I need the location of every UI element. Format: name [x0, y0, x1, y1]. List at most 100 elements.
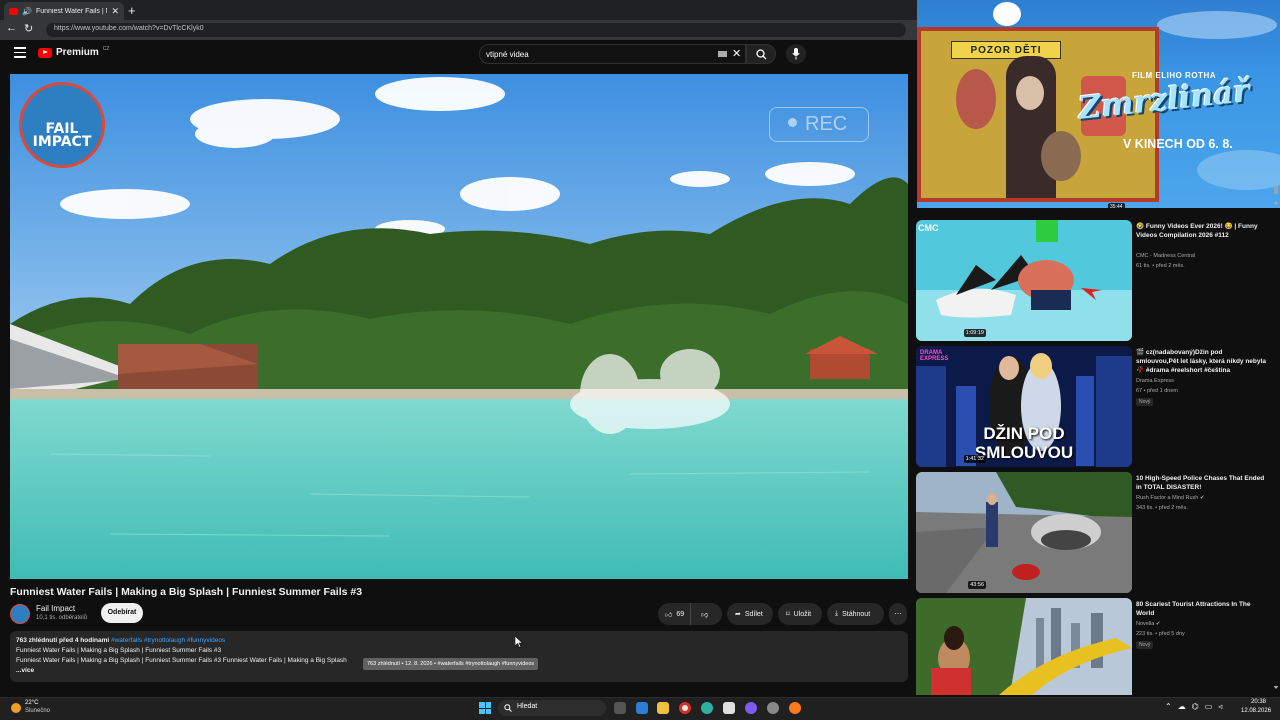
volume-icon[interactable]: ◃: [1218, 702, 1222, 711]
subscribe-button[interactable]: Odebírat: [101, 603, 143, 623]
bookmark-icon: ⌑: [786, 611, 790, 618]
file-explorer-icon[interactable]: [657, 702, 669, 714]
description-box[interactable]: 763 zhlédnutí před 4 hodinami #waterfail…: [10, 631, 908, 682]
keyboard-icon[interactable]: [718, 51, 727, 57]
browser-tab[interactable]: 🔊 Funniest Water Fails | Making ✕: [4, 2, 124, 20]
description-line: Funniest Water Fails | Making a Big Spla…: [16, 647, 222, 654]
channel-name[interactable]: Fail Impact: [36, 604, 75, 613]
thumbnail-image: [916, 472, 1132, 593]
search-button[interactable]: [746, 44, 776, 64]
weather-temperature[interactable]: 22°C: [25, 700, 38, 706]
voice-search-button[interactable]: [786, 44, 806, 64]
new-tab-button[interactable]: +: [128, 3, 136, 18]
chevron-up-icon[interactable]: ⌃: [1165, 702, 1172, 711]
rec-text: REC: [805, 113, 848, 135]
recommended-video-channel[interactable]: CMC - Madness Central: [1136, 253, 1195, 259]
clock-time[interactable]: 20:38: [1251, 699, 1266, 705]
recommended-video-channel[interactable]: Novella ✔: [1136, 621, 1160, 627]
thumbs-up-icon: 👍︎: [665, 611, 673, 619]
save-button[interactable]: ⌑ Uložit: [778, 603, 822, 625]
youtube-header: [0, 40, 917, 70]
search-icon: [504, 704, 512, 712]
battery-icon[interactable]: ▭: [1205, 702, 1213, 711]
ad-figure: [956, 69, 996, 129]
tab-title: Funniest Water Fails | Making: [35, 7, 107, 15]
recommended-video-channel[interactable]: Rush Factor a Mind Rush ✔: [1136, 495, 1205, 501]
system-tray[interactable]: ⌃ ☁ ⌬ ▭ ◃: [1165, 702, 1222, 711]
recommended-video-meta: 67 • před 1 dnem: [1136, 388, 1178, 394]
speaker-icon[interactable]: 🔊: [22, 7, 32, 16]
edge-browser-icon[interactable]: [636, 702, 648, 714]
taskbar-search-label: Hledat: [517, 703, 538, 710]
search-input[interactable]: vtipné videa: [479, 44, 746, 64]
like-dislike-group: 👍︎ 69 👎︎: [658, 603, 722, 625]
recommended-video[interactable]: 80 Scariest Tourist Attractions In The W…: [916, 598, 1276, 695]
recommended-video-meta: 343 tis. • před 2 měs.: [1136, 505, 1188, 511]
browser-tab-strip: [0, 0, 917, 20]
chrome-icon[interactable]: [679, 702, 691, 714]
ad-sign-text: POZOR DĚTI: [951, 41, 1061, 59]
like-button[interactable]: 👍︎ 69: [658, 603, 692, 625]
save-label: Uložit: [793, 610, 812, 618]
recommended-video-title[interactable]: 🤣 Funny Videos Ever 2026! 😂 | Funny Vide…: [1136, 222, 1266, 240]
video-thumbnail[interactable]: 43:56: [916, 472, 1132, 593]
recommended-video-meta: 223 tis. • před 5 dny: [1136, 631, 1185, 637]
sun-weather-icon[interactable]: [11, 703, 21, 713]
video-frame: [10, 74, 908, 579]
youtube-logo[interactable]: Premium CZ: [38, 45, 110, 58]
recommended-video-title[interactable]: 80 Scariest Tourist Attractions In The W…: [1136, 600, 1266, 618]
discord-icon[interactable]: [745, 702, 757, 714]
clock-date[interactable]: 12.08.2026: [1241, 708, 1271, 714]
share-arrow-icon: ➦: [735, 611, 741, 618]
logo-country: CZ: [102, 45, 110, 52]
back-arrow-icon[interactable]: ←: [6, 22, 17, 34]
reload-icon[interactable]: ↻: [24, 22, 33, 35]
more-actions-button[interactable]: ⋯: [889, 603, 907, 625]
recommended-video-meta: 61 tis. • před 2 měs.: [1136, 263, 1185, 269]
video-thumbnail[interactable]: [916, 598, 1132, 695]
new-badge: Nový: [1136, 641, 1154, 649]
tooltip: 763 zhlédnutí • 12. 8. 2026 • #waterfail…: [363, 658, 539, 670]
thumbs-down-icon: 👎︎: [701, 611, 709, 619]
recommended-video[interactable]: 43:56 10 High-Speed Police Chases That E…: [916, 472, 1276, 594]
search-icon: [756, 49, 767, 60]
drama-logo: DRAMA EXPRESS: [920, 350, 949, 362]
cloud-icon[interactable]: ☁: [1178, 702, 1186, 711]
recommended-video-title[interactable]: 🎬 cz(nadabovaný)Džin pod smlouvou,Pět le…: [1136, 348, 1266, 375]
youtube-play-icon: [38, 47, 52, 58]
like-count: 69: [676, 610, 685, 618]
subscriber-count: 10,1 tis. odběratelů: [36, 615, 88, 621]
store-icon[interactable]: [723, 702, 735, 714]
recommended-video[interactable]: DRAMA EXPRESS DŽIN POD SMLOUVOU 1:41:32 …: [916, 346, 1276, 468]
browser-icon[interactable]: [701, 702, 713, 714]
settings-icon[interactable]: [767, 702, 779, 714]
taskbar-search[interactable]: Hledat: [498, 700, 606, 716]
recommended-video-title[interactable]: 10 High-Speed Police Chases That Ended i…: [1136, 474, 1266, 492]
thumbnail-image: [916, 220, 1132, 341]
channel-avatar[interactable]: [10, 604, 30, 624]
view-stats: 763 zhlédnutí před 4 hodinami: [16, 637, 110, 644]
share-button[interactable]: ➦ Sdílet: [727, 603, 773, 625]
tab-close-icon[interactable]: ✕: [111, 6, 119, 17]
new-badge: Nový: [1136, 398, 1154, 406]
download-label: Stáhnout: [842, 610, 871, 618]
more-dots-icon: ⋯: [894, 611, 902, 618]
rec-dot-icon: [788, 118, 797, 127]
network-icon[interactable]: ⌬: [1192, 702, 1199, 711]
firefox-icon[interactable]: [789, 702, 801, 714]
task-view-icon[interactable]: [614, 702, 626, 714]
video-player[interactable]: [10, 74, 908, 579]
video-thumbnail[interactable]: DRAMA EXPRESS DŽIN POD SMLOUVOU 1:41:32: [916, 346, 1132, 467]
recommended-video-channel[interactable]: Drama Express: [1136, 378, 1174, 384]
clear-search-icon[interactable]: ✕: [732, 47, 741, 60]
recommended-video[interactable]: CMC 1:09:19 🤣 Funny Videos Ever 2026! 😂 …: [916, 220, 1276, 342]
video-thumbnail[interactable]: CMC 1:09:19: [916, 220, 1132, 341]
cmc-logo: CMC: [918, 223, 939, 233]
dislike-button[interactable]: 👎︎: [695, 603, 714, 625]
hamburger-menu-icon[interactable]: [14, 47, 26, 59]
weather-description[interactable]: Slunečno: [25, 708, 50, 714]
url-field[interactable]: https://www.youtube.com/watch?v=DvTlcCKl…: [46, 23, 906, 37]
description-hashtags[interactable]: #waterfails #trynottolaugh #funnyvideos: [111, 637, 225, 644]
windows-start-icon[interactable]: [479, 702, 491, 714]
download-button[interactable]: ⤓ Stáhnout: [827, 603, 884, 625]
